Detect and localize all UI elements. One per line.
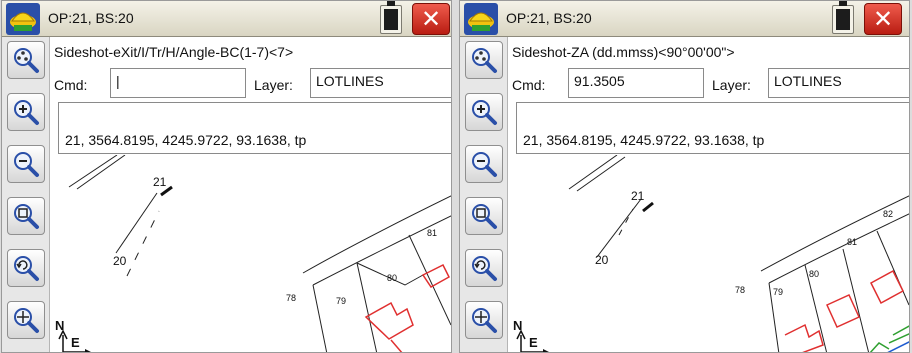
building-outline bbox=[390, 339, 403, 352]
layer-input[interactable]: LOTLINES bbox=[310, 68, 451, 98]
map-drawing bbox=[516, 155, 909, 352]
zoom-extents-icon bbox=[472, 48, 497, 73]
map-line bbox=[596, 198, 642, 258]
output-box: 21, 3564.8195, 4245.9722, 93.1638, tp bbox=[58, 102, 451, 154]
zoom-previous-button[interactable] bbox=[465, 249, 503, 287]
lot-label: 78 bbox=[286, 293, 297, 303]
zoom-in-button[interactable] bbox=[465, 93, 503, 131]
cmd-input[interactable]: 91.3505 bbox=[568, 68, 704, 98]
map-view[interactable]: 21 20 82 81 80 79 78 N E bbox=[509, 155, 909, 352]
point-label: 21 bbox=[631, 189, 645, 203]
building-outline bbox=[826, 294, 860, 328]
battery-icon bbox=[832, 1, 854, 34]
point-label: 21 bbox=[153, 175, 167, 189]
right-screen: OP:21, BS:20 ✕ Sideshot-ZA (dd.mmss)<90°… bbox=[459, 0, 910, 353]
point-label: 20 bbox=[595, 253, 609, 267]
zoom-center-button[interactable] bbox=[7, 301, 45, 339]
lot-label: 82 bbox=[883, 209, 894, 219]
zoom-extents-button[interactable] bbox=[465, 41, 503, 79]
map-line bbox=[115, 192, 158, 254]
zoom-previous-button[interactable] bbox=[7, 249, 45, 287]
lot-label: 80 bbox=[809, 269, 820, 279]
map-line bbox=[568, 155, 618, 190]
zoom-out-icon bbox=[472, 152, 497, 177]
layer-input[interactable]: LOTLINES bbox=[768, 68, 909, 98]
zoom-window-button[interactable] bbox=[7, 197, 45, 235]
map-drawing bbox=[58, 155, 451, 352]
close-button[interactable]: ✕ bbox=[864, 3, 902, 35]
lot-label: 80 bbox=[387, 273, 398, 283]
zoom-toolbar bbox=[460, 37, 508, 352]
lot-boundary bbox=[842, 248, 870, 352]
battery-icon bbox=[380, 1, 402, 34]
zoom-center-icon bbox=[14, 308, 39, 333]
hardhat-logo-icon[interactable] bbox=[464, 3, 498, 35]
output-text: 21, 3564.8195, 4245.9722, 93.1638, tp bbox=[65, 132, 307, 148]
north-label: N bbox=[55, 318, 65, 333]
layer-label: Layer: bbox=[712, 77, 751, 93]
zoom-center-icon bbox=[472, 308, 497, 333]
road-edge bbox=[760, 195, 909, 272]
zoom-out-button[interactable] bbox=[7, 145, 45, 183]
building-outline bbox=[870, 269, 904, 305]
lot-label: 79 bbox=[773, 287, 784, 297]
building-outline bbox=[421, 263, 450, 288]
lot-label: 79 bbox=[336, 296, 347, 306]
sideshot-point bbox=[642, 201, 654, 213]
layer-label: Layer: bbox=[254, 77, 293, 93]
command-prompt: Sideshot-eXit/I/Tr/H/Angle-BC(1-7)<7> bbox=[54, 44, 294, 60]
map-view[interactable]: 21 20 81 80 79 78 N E bbox=[51, 155, 451, 352]
zoom-extents-icon bbox=[14, 48, 39, 73]
hardhat-logo-icon[interactable] bbox=[6, 3, 40, 35]
title-bar: OP:21, BS:20 ✕ bbox=[2, 1, 451, 37]
zoom-in-icon bbox=[472, 100, 497, 125]
zoom-previous-icon bbox=[472, 256, 497, 281]
map-line bbox=[76, 155, 126, 190]
output-box: 21, 3564.8195, 4245.9722, 93.1638, tp bbox=[516, 102, 909, 154]
cmd-label: Cmd: bbox=[54, 77, 88, 93]
zoom-in-icon bbox=[14, 100, 39, 125]
zoom-window-icon bbox=[14, 204, 39, 229]
zoom-out-button[interactable] bbox=[465, 145, 503, 183]
zoom-center-button[interactable] bbox=[465, 301, 503, 339]
cmd-input[interactable]: | bbox=[110, 68, 246, 98]
lot-label: 78 bbox=[735, 285, 746, 295]
map-line bbox=[126, 210, 160, 277]
green-feature bbox=[869, 325, 909, 352]
title-bar: OP:21, BS:20 ✕ bbox=[460, 1, 909, 37]
east-label: E bbox=[71, 335, 80, 350]
zoom-toolbar bbox=[2, 37, 50, 352]
command-prompt: Sideshot-ZA (dd.mmss)<90°00'00"> bbox=[512, 44, 735, 60]
map-line bbox=[68, 155, 118, 188]
zoom-previous-icon bbox=[14, 256, 39, 281]
lot-boundary bbox=[356, 262, 378, 352]
lot-boundary bbox=[312, 284, 328, 352]
window-title: OP:21, BS:20 bbox=[506, 10, 592, 26]
building-outline bbox=[784, 323, 824, 352]
cmd-label: Cmd: bbox=[512, 77, 546, 93]
zoom-extents-button[interactable] bbox=[7, 41, 45, 79]
zoom-window-button[interactable] bbox=[465, 197, 503, 235]
lot-label: 81 bbox=[427, 228, 438, 238]
map-line bbox=[576, 156, 626, 192]
point-label: 20 bbox=[113, 254, 127, 268]
window-title: OP:21, BS:20 bbox=[48, 10, 134, 26]
close-button[interactable]: ✕ bbox=[412, 3, 450, 35]
zoom-window-icon bbox=[472, 204, 497, 229]
north-label: N bbox=[513, 318, 523, 333]
lot-boundary bbox=[876, 230, 909, 306]
blue-line bbox=[887, 341, 909, 352]
zoom-in-button[interactable] bbox=[7, 93, 45, 131]
zoom-out-icon bbox=[14, 152, 39, 177]
output-text: 21, 3564.8195, 4245.9722, 93.1638, tp bbox=[523, 132, 765, 148]
left-screen: OP:21, BS:20 ✕ Sideshot-eXit/I/Tr/H/Angl… bbox=[1, 0, 452, 353]
east-label: E bbox=[529, 335, 538, 350]
lot-label: 81 bbox=[847, 237, 858, 247]
building-outline bbox=[364, 301, 414, 340]
